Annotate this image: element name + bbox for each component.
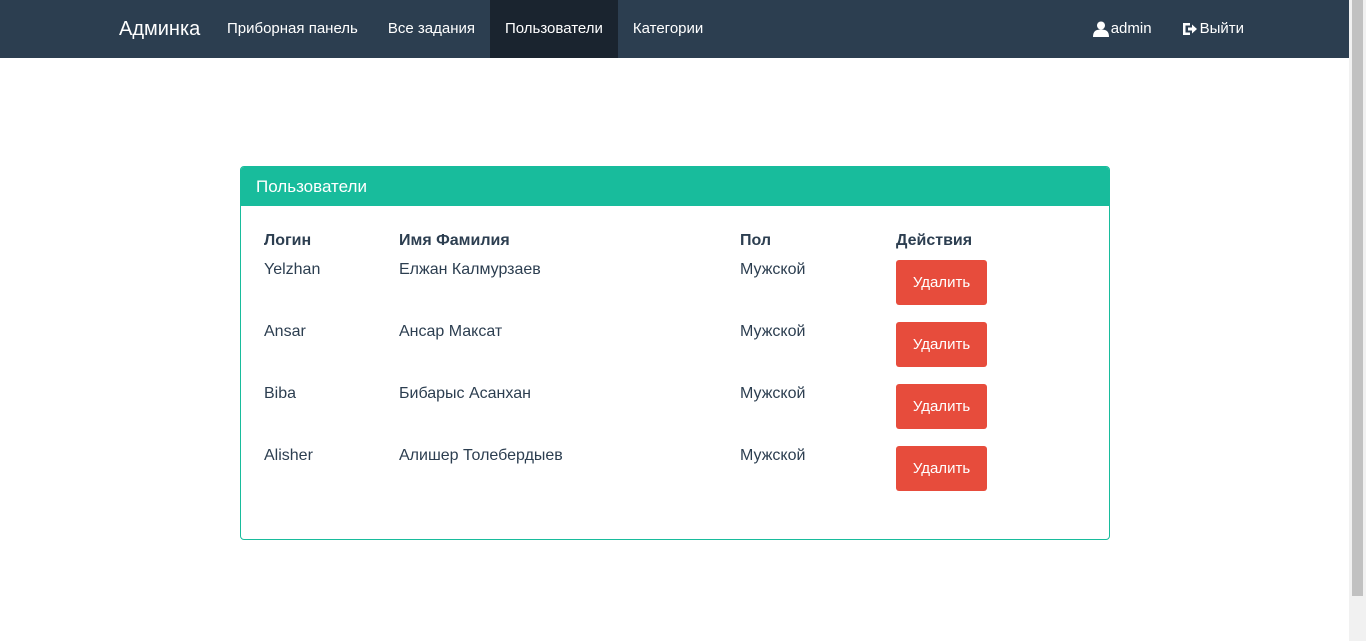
column-header-gender: Пол	[740, 232, 772, 249]
logout-label: Выйти	[1199, 20, 1244, 37]
table-row: Ansar Ансар Максат Мужской Удалить	[256, 319, 1094, 381]
delete-button[interactable]: Удалить	[896, 446, 987, 491]
table-row: Biba Бибарыс Асанхан Мужской Удалить	[256, 381, 1094, 443]
brand-link[interactable]: Админка	[119, 0, 200, 58]
delete-button[interactable]: Удалить	[896, 384, 987, 429]
gender-cell: Мужской	[740, 323, 806, 340]
nav-item-users[interactable]: Пользователи	[489, 0, 618, 58]
name-cell: Бибарыс Асанхан	[399, 385, 531, 402]
top-navbar: Админка Приборная панель Все задания Пол…	[0, 0, 1349, 58]
column-header-login: Логин	[264, 232, 312, 249]
name-cell: Ансар Максат	[399, 323, 503, 340]
login-cell: Ansar	[264, 323, 306, 340]
nav-item-all-tasks[interactable]: Все задания	[373, 0, 490, 58]
sign-out-icon	[1182, 21, 1198, 37]
gender-cell: Мужской	[740, 261, 806, 278]
panel-title: Пользователи	[241, 167, 1109, 206]
actions-cell: Удалить	[888, 257, 1094, 319]
nav-item-dashboard[interactable]: Приборная панель	[212, 0, 373, 58]
actions-cell: Удалить	[888, 381, 1094, 443]
vertical-scrollbar[interactable]	[1349, 0, 1366, 641]
users-table: Логин Имя Фамилия Пол Действия Yelzhan Е…	[256, 225, 1094, 505]
nav-item-categories[interactable]: Категории	[618, 0, 718, 58]
login-cell: Biba	[264, 385, 297, 402]
column-header-actions: Действия	[896, 232, 973, 249]
name-cell: Алишер Толебердыев	[399, 447, 563, 464]
user-icon	[1092, 21, 1109, 37]
gender-cell: Мужской	[740, 447, 806, 464]
main-nav: Приборная панель Все задания Пользовател…	[212, 0, 718, 58]
table-header-row: Логин Имя Фамилия Пол Действия	[256, 225, 1094, 257]
user-nav: admin Выйти	[1078, 0, 1259, 58]
table-row: Alisher Алишер Толебердыев Мужской Удали…	[256, 443, 1094, 505]
delete-button[interactable]: Удалить	[896, 322, 987, 367]
table-row: Yelzhan Елжан Калмурзаев Мужской Удалить	[256, 257, 1094, 319]
delete-button[interactable]: Удалить	[896, 260, 987, 305]
scrollbar-thumb[interactable]	[1352, 0, 1363, 596]
nav-item-logout[interactable]: Выйти	[1167, 0, 1259, 58]
page: Админка Приборная панель Все задания Пол…	[0, 0, 1366, 641]
users-panel: Пользователи Логин Имя Фамилия Пол Дейст…	[240, 166, 1110, 540]
actions-cell: Удалить	[888, 319, 1094, 381]
profile-label: admin	[1110, 20, 1152, 37]
name-cell: Елжан Калмурзаев	[399, 261, 541, 278]
gender-cell: Мужской	[740, 385, 806, 402]
login-cell: Alisher	[264, 447, 313, 464]
actions-cell: Удалить	[888, 443, 1094, 505]
column-header-name: Имя Фамилия	[399, 232, 510, 249]
login-cell: Yelzhan	[264, 261, 321, 278]
nav-item-profile[interactable]: admin	[1078, 0, 1167, 58]
